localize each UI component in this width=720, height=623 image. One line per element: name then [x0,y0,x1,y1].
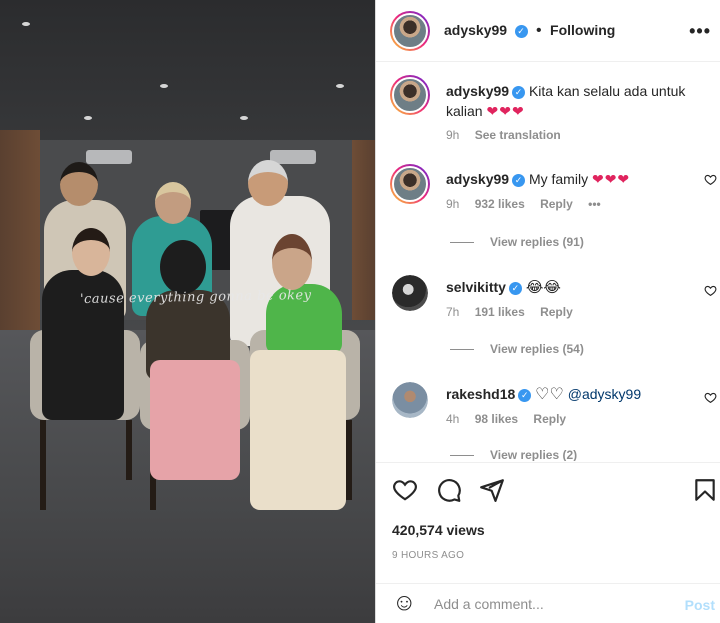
like-comment-heart-icon[interactable] [704,173,717,186]
avatar-photo [392,166,428,202]
ceiling-light [336,84,344,88]
verified-badge-icon: ✓ [512,174,526,187]
comment-likes[interactable]: 932 likes [475,197,525,211]
verified-badge-icon: ✓ [514,25,528,38]
reply-button[interactable]: Reply [540,305,573,319]
reply-button[interactable]: Reply [540,197,573,211]
avatar[interactable] [390,75,430,115]
avatar-photo [392,275,428,311]
more-options-icon[interactable]: ••• [689,21,711,42]
comment-meta: 9h 932 likes Reply ••• [446,197,613,211]
comment-time: 9h [446,197,460,211]
comment-text: rakeshd18 ✓ ♡♡ @adysky99 [446,384,696,405]
wooden-door-right [352,140,375,320]
air-conditioner [86,150,132,164]
comment-time: 9h [446,128,460,142]
ceiling-light [240,116,248,120]
comment-more-options-icon[interactable]: ••• [588,197,601,211]
chair-leg [346,420,352,500]
username-link[interactable]: adysky99 [446,171,509,187]
comment-text: adysky99 ✓ My family ❤❤❤ [446,169,696,189]
comment-meta: 4h 98 likes Reply [446,412,578,426]
verified-badge-icon: ✓ [518,389,532,402]
laughing-emoji: 😂😂 [525,279,561,296]
like-comment-heart-icon[interactable] [704,391,717,404]
add-comment-bar: ☺ Post [376,583,720,623]
ceiling-light [160,84,168,88]
avatar-photo [392,382,428,418]
red-hearts-emoji: ❤❤❤ [486,103,525,119]
verified-badge-icon: ✓ [508,282,522,295]
verified-badge-icon: ✓ [512,86,526,99]
post-media[interactable]: 'cause everything gonna be okey [0,0,375,623]
comment-item: rakeshd18 ✓ ♡♡ @adysky99 4h 98 likes Repl… [376,378,720,461]
reply-button[interactable]: Reply [533,412,566,426]
comment-likes[interactable]: 191 likes [475,305,525,319]
view-replies-button[interactable]: View replies (91) [450,235,584,249]
wooden-door-left [0,130,40,330]
comment-time: 4h [446,412,460,426]
username-link[interactable]: adysky99 [446,83,509,99]
avatar-photo [392,13,428,49]
comment-meta: 7h 191 likes Reply [446,305,585,319]
avatar[interactable] [390,11,430,51]
avatar-photo [392,77,428,113]
avatar[interactable] [392,382,428,418]
comment-text: selvikitty ✓ 😂😂 [446,277,696,298]
post-side-panel: adysky99 ✓ • Following ••• adysky99 ✓ Kit… [375,0,720,623]
see-translation-link[interactable]: See translation [475,128,561,142]
chair-leg [40,420,46,510]
outline-hearts-emoji: ♡♡ [535,386,564,403]
views-count[interactable]: 420,574 views [392,522,485,538]
post-header: adysky99 ✓ • Following ••• [376,0,720,62]
username-link[interactable]: adysky99 [444,22,507,38]
avatar[interactable] [392,275,428,311]
header-user-line: adysky99 ✓ • Following [444,22,615,40]
comments-list[interactable]: adysky99 ✓ Kita kan selalu ada untuk kali… [376,63,720,461]
username-link[interactable]: rakeshd18 [446,386,515,402]
comment-body: My family [528,171,589,187]
separator-dot: • [535,22,542,39]
following-button[interactable]: Following [550,22,615,38]
view-replies-button[interactable]: View replies (2) [450,448,577,461]
caption-comment: adysky99 ✓ Kita kan selalu ada untuk kali… [376,74,720,144]
red-hearts-emoji: ❤❤❤ [591,171,631,187]
view-replies-button[interactable]: View replies (54) [450,342,584,356]
comment-input[interactable] [434,594,664,614]
mention-link[interactable]: @adysky99 [568,386,641,402]
comment-item: adysky99 ✓ My family ❤❤❤ 9h 932 likes Rep… [376,163,720,253]
comment-time: 7h [446,305,460,319]
ceiling [0,0,375,160]
comment-item: selvikitty ✓ 😂😂 7h 191 likes Reply View r… [376,271,720,361]
post-actions: 420,574 views 9 HOURS AGO [376,462,720,582]
chair-leg [126,420,132,480]
share-icon[interactable] [479,477,505,503]
bookmark-icon[interactable] [692,477,718,503]
ceiling-light [84,116,92,120]
like-comment-heart-icon[interactable] [704,284,717,297]
comment-text: adysky99 ✓ Kita kan selalu ada untuk kali… [446,81,696,121]
heart-icon[interactable] [392,477,418,503]
comment-icon[interactable] [436,477,462,503]
comment-meta: 9h See translation [446,128,573,142]
avatar[interactable] [390,164,430,204]
comment-likes[interactable]: 98 likes [475,412,518,426]
emoji-picker-icon[interactable]: ☺ [392,591,417,615]
post-button[interactable]: Post [685,597,715,613]
post-timestamp: 9 HOURS AGO [392,550,465,561]
ceiling-light [22,22,30,26]
username-link[interactable]: selvikitty [446,279,506,295]
